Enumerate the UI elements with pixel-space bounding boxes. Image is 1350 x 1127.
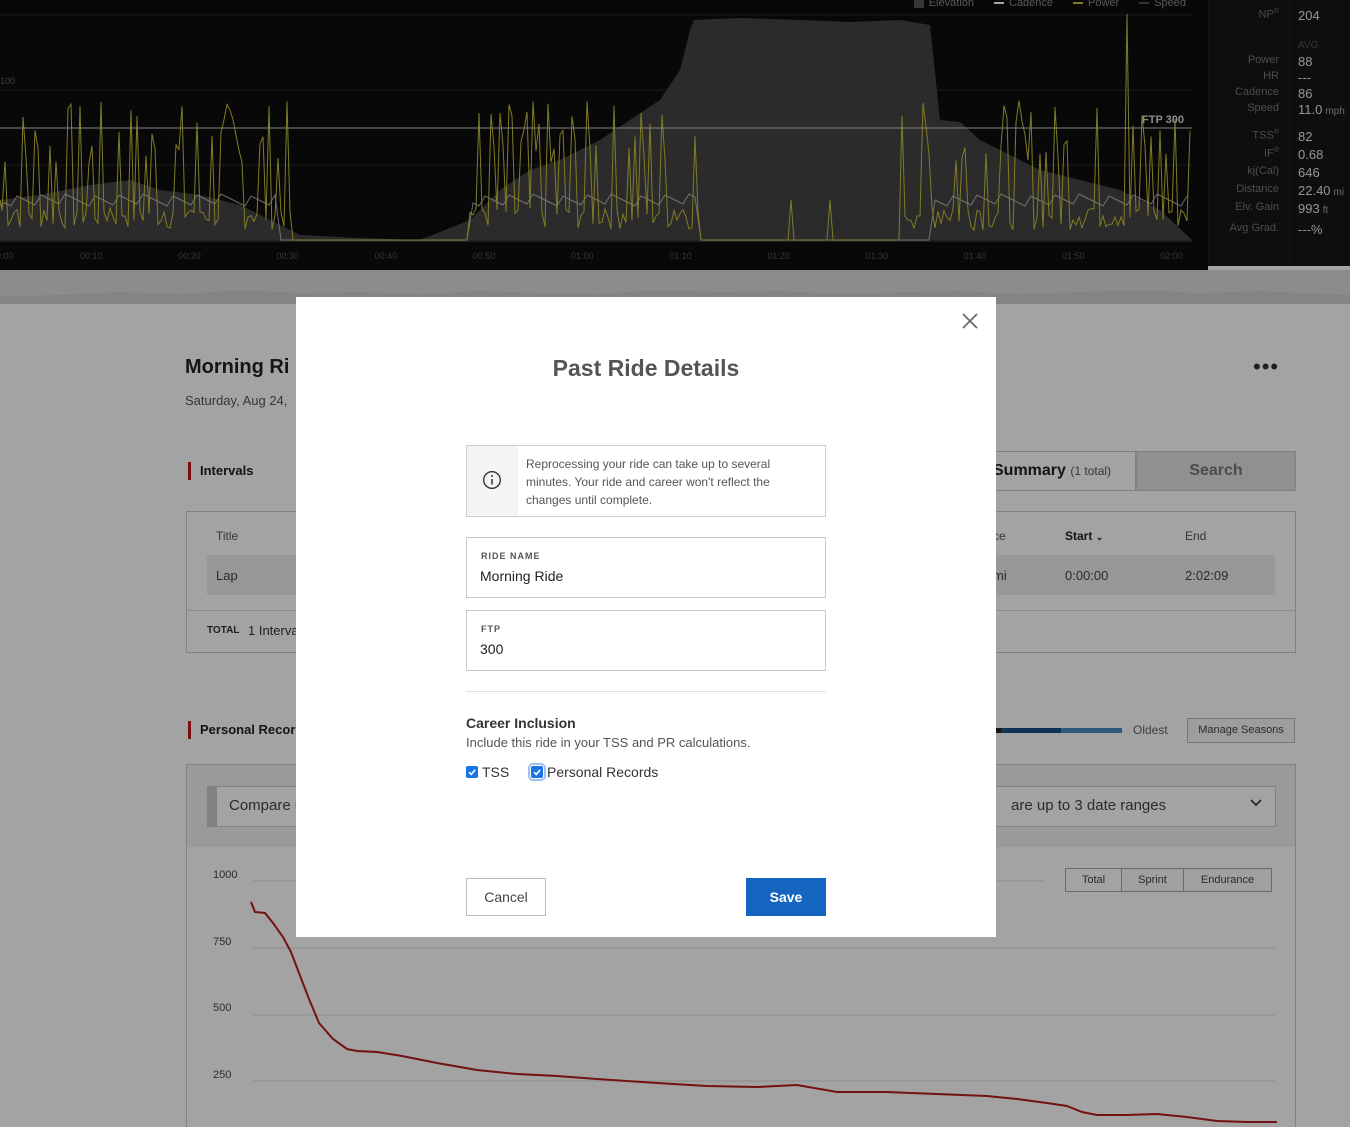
personal-records-checkbox-row[interactable]: Personal Records — [528, 763, 658, 781]
career-inclusion-subtitle: Include this ride in your TSS and PR cal… — [466, 735, 751, 750]
dialog-title: Past Ride Details — [552, 355, 740, 381]
ride-name-label: RIDE NAME — [481, 551, 541, 561]
divider — [466, 691, 826, 692]
ftp-field[interactable]: FTP — [466, 610, 826, 671]
save-button[interactable]: Save — [746, 878, 826, 916]
personal-records-checkbox[interactable] — [528, 763, 546, 781]
ftp-label: FTP — [481, 624, 501, 634]
checkmark-icon — [533, 769, 541, 776]
tss-checkbox-row[interactable]: TSS — [466, 764, 509, 780]
career-inclusion-title: Career Inclusion — [466, 715, 576, 731]
info-notice: Reprocessing your ride can take up to se… — [466, 445, 826, 517]
checkmark-icon — [468, 769, 476, 776]
past-ride-details-dialog: Past Ride Details Reprocessing your ride… — [296, 297, 996, 937]
info-icon — [482, 470, 502, 490]
info-text: Reprocessing your ride can take up to se… — [526, 457, 771, 507]
close-icon[interactable] — [959, 310, 981, 332]
ftp-input[interactable] — [480, 641, 810, 657]
cancel-button[interactable]: Cancel — [466, 878, 546, 916]
ride-name-input[interactable] — [480, 568, 810, 584]
tss-checkbox[interactable] — [466, 766, 478, 778]
ride-name-field[interactable]: RIDE NAME — [466, 537, 826, 598]
personal-records-checkbox-label[interactable]: Personal Records — [547, 764, 658, 780]
tss-checkbox-label[interactable]: TSS — [482, 764, 509, 780]
